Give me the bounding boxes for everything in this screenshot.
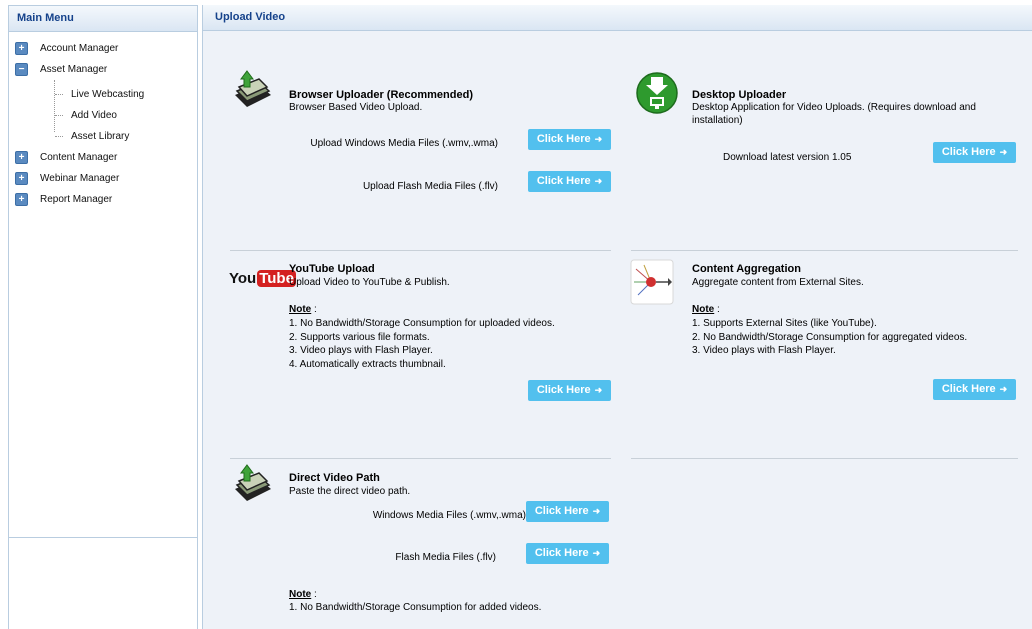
menu-item-asset-library[interactable]: Asset Library <box>9 126 197 147</box>
button-label: Click Here <box>534 547 589 559</box>
menu-item-content-manager[interactable]: + Content Manager <box>9 147 197 168</box>
desktop-uploader-title: Desktop Uploader <box>692 89 787 101</box>
youtube-logo-you: You <box>229 270 257 287</box>
direct-notes: 1. No Bandwidth/Storage Consumption for … <box>289 601 541 615</box>
aggregation-click-here-button[interactable]: Click Here ➜ <box>933 379 1016 400</box>
upload-options-area: Browser Uploader (Recommended) Browser B… <box>203 31 1032 629</box>
button-label: Click Here <box>941 146 996 158</box>
menu-item-label[interactable]: Report Manager <box>40 194 112 205</box>
youtube-upload-title: YouTube Upload <box>289 263 375 275</box>
main-menu-panel: Main Menu + Account Manager − Asset Mana… <box>8 5 198 538</box>
youtube-click-here-button[interactable]: Click Here ➜ <box>528 380 611 401</box>
menu-item-label[interactable]: Asset Library <box>71 131 129 142</box>
button-label: Click Here <box>536 175 591 187</box>
arrow-right-icon: ➜ <box>592 506 601 516</box>
download-version-label: Download latest version 1.05 <box>723 152 852 163</box>
desktop-uploader-desc: Desktop Application for Video Uploads. (… <box>692 102 976 126</box>
menu-item-report-manager[interactable]: + Report Manager <box>9 189 197 210</box>
divider <box>230 458 611 459</box>
menu-item-label[interactable]: Add Video <box>71 110 117 121</box>
main-menu-tree: + Account Manager − Asset Manager Live W… <box>9 32 197 210</box>
note-label: Note <box>289 589 312 600</box>
menu-item-account-manager[interactable]: + Account Manager <box>9 38 197 59</box>
content-aggregation-icon <box>630 259 674 305</box>
desktop-download-icon <box>636 72 678 114</box>
expand-icon[interactable]: + <box>15 42 28 55</box>
content-aggregation-desc: Aggregate content from External Sites. <box>692 277 864 288</box>
upload-video-title: Upload Video <box>203 5 1032 31</box>
divider <box>631 458 1018 459</box>
browser-upload-icon <box>235 70 271 107</box>
menu-item-add-video[interactable]: Add Video <box>9 105 197 126</box>
button-label: Click Here <box>534 505 589 517</box>
menu-item-label[interactable]: Webinar Manager <box>40 173 119 184</box>
note-item: 2. No Bandwidth/Storage Consumption for … <box>692 331 968 343</box>
browser-wmv-click-here-button[interactable]: Click Here ➜ <box>528 129 611 150</box>
direct-wmv-label: Windows Media Files (.wmv,.wma) <box>372 510 526 521</box>
upload-video-panel: Upload Video Browser Uploader (Recommend… <box>202 5 1032 629</box>
note-item: 4. Automatically extracts thumbnail. <box>289 358 446 370</box>
menu-item-label[interactable]: Content Manager <box>40 152 117 163</box>
divider <box>631 250 1018 251</box>
expand-icon[interactable]: + <box>15 193 28 206</box>
expand-icon[interactable]: + <box>15 151 28 164</box>
direct-flv-label: Flash Media Files (.flv) <box>395 552 496 563</box>
menu-item-label[interactable]: Account Manager <box>40 43 118 54</box>
note-label: Note <box>289 304 312 315</box>
note-item: 3. Video plays with Flash Player. <box>289 345 433 356</box>
direct-flv-click-here-button[interactable]: Click Here ➜ <box>526 543 609 564</box>
direct-video-path-icon <box>235 464 271 501</box>
collapse-icon[interactable]: − <box>15 63 28 76</box>
note-item: 1. Supports External Sites (like YouTube… <box>692 318 877 329</box>
arrow-right-icon: ➜ <box>592 548 601 558</box>
aggregation-notes: 1. Supports External Sites (like YouTube… <box>692 317 967 358</box>
expand-icon[interactable]: + <box>15 172 28 185</box>
browser-uploader-title: Browser Uploader (Recommended) <box>289 89 473 101</box>
main-menu-title: Main Menu <box>9 6 197 32</box>
aggregation-note-title: Note : <box>692 304 720 315</box>
note-item: 1. No Bandwidth/Storage Consumption for … <box>289 318 555 329</box>
direct-note-title: Note : <box>289 589 317 600</box>
asset-manager-children: Live Webcasting Add Video Asset Library <box>9 80 197 147</box>
menu-item-label[interactable]: Live Webcasting <box>71 89 144 100</box>
note-item: 1. No Bandwidth/Storage Consumption for … <box>289 602 542 613</box>
direct-video-path-title: Direct Video Path <box>289 472 380 484</box>
note-item: 3. Video plays with Flash Player. <box>692 345 836 356</box>
desktop-click-here-button[interactable]: Click Here ➜ <box>933 142 1016 163</box>
arrow-right-icon: ➜ <box>594 176 603 186</box>
arrow-right-icon: ➜ <box>594 385 603 395</box>
direct-video-path-desc: Paste the direct video path. <box>289 486 411 497</box>
youtube-upload-desc: Upload Video to YouTube & Publish. <box>289 277 450 288</box>
browser-uploader-desc: Browser Based Video Upload. <box>289 102 423 113</box>
note-label: Note <box>692 304 715 315</box>
youtube-notes: 1. No Bandwidth/Storage Consumption for … <box>289 317 555 371</box>
arrow-right-icon: ➜ <box>999 147 1008 157</box>
button-label: Click Here <box>941 383 996 395</box>
divider <box>230 250 611 251</box>
sidebar-lower-area <box>8 538 198 629</box>
youtube-logo-icon: You Tube <box>229 270 296 287</box>
youtube-note-title: Note : <box>289 304 317 315</box>
menu-item-live-webcasting[interactable]: Live Webcasting <box>9 84 197 105</box>
button-label: Click Here <box>536 384 591 396</box>
direct-wmv-click-here-button[interactable]: Click Here ➜ <box>526 501 609 522</box>
note-item: 2. Supports various file formats. <box>289 331 430 343</box>
flv-upload-label: Upload Flash Media Files (.flv) <box>362 181 498 192</box>
menu-item-label[interactable]: Asset Manager <box>40 64 107 75</box>
button-label: Click Here <box>536 133 591 145</box>
arrow-right-icon: ➜ <box>594 134 603 144</box>
wmv-upload-label: Upload Windows Media Files (.wmv,.wma) <box>310 138 498 149</box>
content-aggregation-title: Content Aggregation <box>692 263 801 275</box>
menu-item-asset-manager[interactable]: − Asset Manager <box>9 59 197 80</box>
menu-item-webinar-manager[interactable]: + Webinar Manager <box>9 168 197 189</box>
browser-flv-click-here-button[interactable]: Click Here ➜ <box>528 171 611 192</box>
arrow-right-icon: ➜ <box>999 384 1008 394</box>
